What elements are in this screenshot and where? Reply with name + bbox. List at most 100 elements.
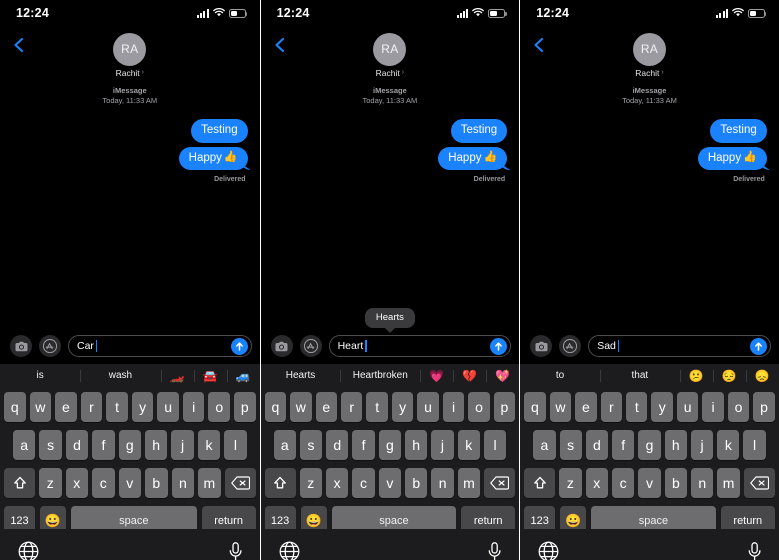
key-f[interactable]: f — [352, 430, 375, 460]
key-q[interactable]: q — [264, 392, 287, 422]
key-b[interactable]: b — [405, 468, 428, 498]
message-input[interactable]: Sad — [588, 335, 771, 357]
key-p[interactable]: p — [753, 392, 775, 422]
key-z[interactable]: z — [299, 468, 322, 498]
contact-name-row[interactable]: Rachit › — [635, 68, 663, 78]
microphone-icon[interactable] — [229, 542, 242, 560]
key-x[interactable]: x — [325, 468, 349, 498]
key-m[interactable]: m — [198, 468, 221, 498]
key-m[interactable]: m — [717, 468, 740, 498]
key-u[interactable]: u — [417, 392, 439, 422]
contact-name-row[interactable]: Rachit › — [376, 68, 404, 78]
key-s[interactable]: s — [299, 430, 323, 460]
key-n[interactable]: n — [431, 468, 454, 498]
key-v[interactable]: v — [638, 468, 661, 498]
camera-icon[interactable] — [270, 335, 293, 357]
key-l[interactable]: l — [483, 430, 507, 460]
app-store-icon[interactable] — [39, 335, 61, 357]
key-q[interactable]: q — [3, 392, 26, 422]
prediction-emoji[interactable]: 🚘 — [193, 369, 227, 383]
message-bubble[interactable]: Happy 👍 — [697, 146, 767, 170]
shift-icon[interactable] — [524, 468, 556, 498]
contact-header[interactable]: RA Rachit › — [632, 32, 666, 78]
key-e[interactable]: e — [55, 392, 77, 422]
key-f[interactable]: f — [612, 430, 635, 460]
key-y[interactable]: y — [391, 392, 414, 422]
key-s[interactable]: s — [559, 430, 582, 460]
key-t[interactable]: t — [106, 392, 128, 422]
key-o[interactable]: o — [208, 392, 231, 422]
key-x[interactable]: x — [585, 468, 608, 498]
send-arrow-icon[interactable] — [230, 337, 248, 355]
message-input[interactable]: Car — [68, 335, 252, 357]
message-input[interactable]: Heart — [328, 335, 512, 357]
app-store-icon[interactable] — [299, 335, 322, 357]
backspace-icon[interactable] — [224, 468, 256, 498]
back-chevron-icon[interactable] — [530, 36, 548, 54]
key-i[interactable]: i — [702, 392, 724, 422]
shift-icon[interactable] — [4, 468, 35, 498]
key-h[interactable]: h — [405, 430, 428, 460]
key-v[interactable]: v — [378, 468, 402, 498]
key-j[interactable]: j — [431, 430, 454, 460]
prediction-emoji[interactable]: 💖 — [486, 369, 519, 383]
key-b[interactable]: b — [664, 468, 688, 498]
back-chevron-icon[interactable] — [271, 36, 289, 54]
backspace-icon[interactable] — [743, 468, 775, 498]
key-g[interactable]: g — [118, 430, 141, 460]
key-i[interactable]: i — [442, 392, 465, 422]
key-a[interactable]: a — [533, 430, 556, 460]
key-j[interactable]: j — [690, 430, 714, 460]
camera-icon[interactable] — [10, 335, 32, 357]
message-bubble[interactable]: Testing — [710, 119, 767, 143]
microphone-icon[interactable] — [488, 542, 501, 560]
key-y[interactable]: y — [131, 392, 154, 422]
key-m[interactable]: m — [457, 468, 481, 498]
key-i[interactable]: i — [182, 392, 205, 422]
key-h[interactable]: h — [145, 430, 168, 460]
key-l[interactable]: l — [743, 430, 766, 460]
key-g[interactable]: g — [378, 430, 402, 460]
backspace-icon[interactable] — [484, 468, 516, 498]
key-b[interactable]: b — [145, 468, 168, 498]
key-x[interactable]: x — [65, 468, 89, 498]
key-p[interactable]: p — [493, 392, 516, 422]
key-w[interactable]: w — [549, 392, 572, 422]
key-z[interactable]: z — [39, 468, 62, 498]
prediction-word[interactable]: Hearts — [261, 369, 341, 383]
key-e[interactable]: e — [575, 392, 597, 422]
key-r[interactable]: r — [80, 392, 103, 422]
key-w[interactable]: w — [290, 392, 312, 422]
key-l[interactable]: l — [224, 430, 247, 460]
key-h[interactable]: h — [664, 430, 687, 460]
prediction-emoji[interactable]: 🚙 — [226, 369, 260, 383]
key-r[interactable]: r — [600, 392, 623, 422]
contact-name-row[interactable]: Rachit › — [116, 68, 144, 78]
key-c[interactable]: c — [352, 468, 375, 498]
key-a[interactable]: a — [273, 430, 296, 460]
key-k[interactable]: k — [197, 430, 221, 460]
key-k[interactable]: k — [457, 430, 480, 460]
key-f[interactable]: f — [92, 430, 115, 460]
key-u[interactable]: u — [676, 392, 699, 422]
contact-header[interactable]: RA Rachit › — [373, 32, 407, 78]
key-w[interactable]: w — [29, 392, 52, 422]
key-n[interactable]: n — [691, 468, 714, 498]
globe-icon[interactable] — [538, 541, 559, 560]
key-t[interactable]: t — [366, 392, 388, 422]
prediction-emoji[interactable]: 😕 — [679, 369, 713, 383]
message-bubble[interactable]: Happy 👍 — [438, 146, 508, 170]
key-d[interactable]: d — [585, 430, 609, 460]
globe-icon[interactable] — [18, 541, 39, 560]
prediction-emoji[interactable]: 💔 — [453, 369, 486, 383]
key-z[interactable]: z — [559, 468, 582, 498]
key-k[interactable]: k — [717, 430, 740, 460]
key-c[interactable]: c — [92, 468, 115, 498]
camera-icon[interactable] — [530, 335, 553, 357]
shift-icon[interactable] — [264, 468, 296, 498]
key-v[interactable]: v — [118, 468, 142, 498]
prediction-word[interactable]: is — [0, 369, 80, 383]
prediction-word[interactable]: to — [520, 369, 600, 383]
send-arrow-icon[interactable] — [490, 337, 508, 355]
prediction-emoji[interactable]: 💗 — [420, 369, 453, 383]
